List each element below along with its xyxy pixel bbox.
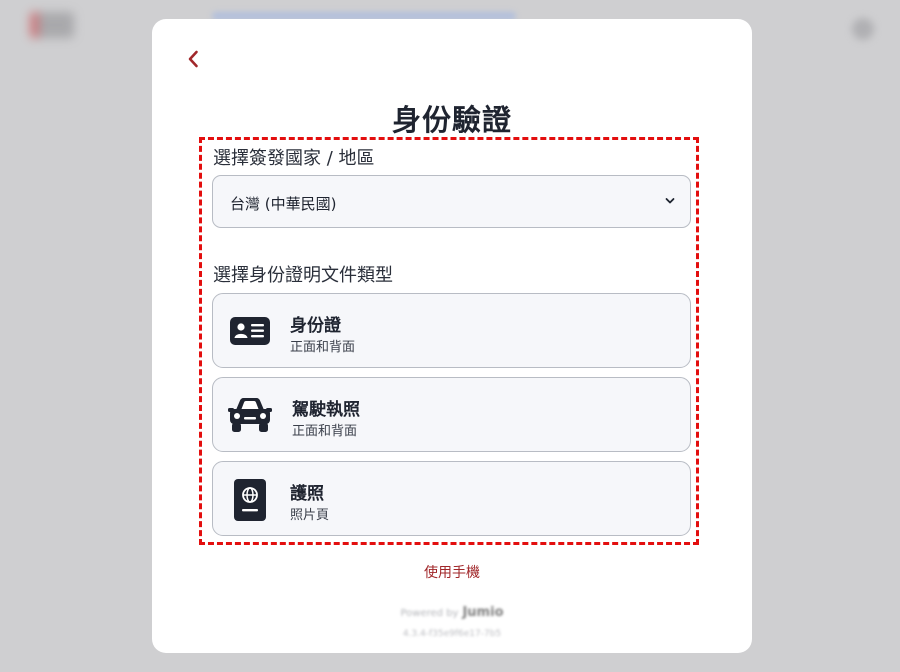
chevron-left-icon [188, 50, 198, 68]
document-option-subtitle: 正面和背面 [290, 340, 356, 355]
id-card-icon [230, 317, 270, 345]
document-type-section-label: 選擇身份證明文件類型 [213, 265, 393, 286]
background-avatar [852, 18, 874, 40]
page-title: 身份驗證 [391, 103, 512, 137]
country-section-label: 選擇簽發國家 / 地區 [213, 148, 375, 169]
document-option-drivers-license[interactable]: 駕駛執照 正面和背面 [212, 377, 691, 452]
document-option-subtitle: 正面和背面 [292, 424, 358, 439]
document-option-subtitle: 照片頁 [290, 508, 330, 523]
document-option-passport[interactable]: 護照 照片頁 [212, 461, 691, 536]
use-phone-link[interactable]: 使用手機 [152, 562, 752, 582]
document-option-title: 駕駛執照 [292, 400, 360, 420]
powered-by-brand: Jumio [462, 605, 504, 620]
document-option-id-card[interactable]: 身份證 正面和背面 [212, 293, 691, 368]
document-option-title: 護照 [290, 484, 324, 504]
identity-verification-modal: 身份驗證 選擇簽發國家 / 地區 台灣 (中華民國) 選擇身份證明文件類型 身份… [152, 19, 752, 653]
country-select[interactable]: 台灣 (中華民國) [212, 175, 691, 228]
passport-icon [234, 479, 266, 521]
powered-by-text: Powered by [400, 608, 459, 619]
background-logo [30, 12, 74, 38]
country-select-value: 台灣 (中華民國) [230, 195, 337, 213]
version-text: 4.3.4-f35e9f6e17-7b5 [402, 629, 502, 639]
car-icon [228, 398, 272, 432]
document-option-title: 身份證 [290, 316, 341, 336]
powered-by: Powered by Jumio [152, 605, 752, 620]
chevron-down-icon [665, 198, 675, 204]
back-button[interactable] [182, 47, 204, 71]
